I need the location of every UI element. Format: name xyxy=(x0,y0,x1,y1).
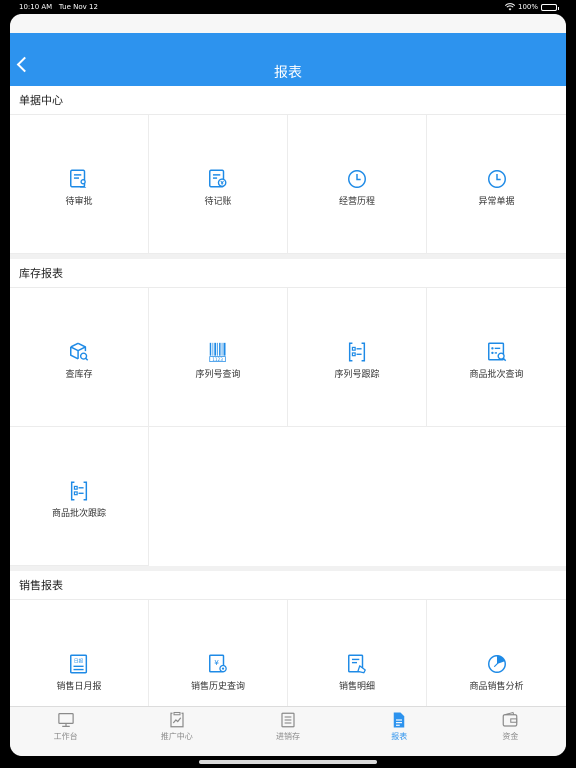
tab-label: 推广中心 xyxy=(160,732,193,741)
item-label: 销售日月报 xyxy=(56,681,102,692)
list-doc-icon xyxy=(348,342,366,361)
item-label: 销售明细 xyxy=(338,681,375,692)
daily-report-icon: 日报 xyxy=(70,654,88,673)
page-title: 报表 xyxy=(274,65,302,81)
empty-cell xyxy=(149,427,288,566)
item-label: 商品销售分析 xyxy=(469,681,524,692)
tab-reports[interactable]: 报表 xyxy=(344,707,455,756)
pending-accounting-item[interactable]: 待记账 xyxy=(149,115,288,254)
serial-query-item[interactable]: 1123 序列号查询 xyxy=(149,288,288,427)
item-label: 序列号查询 xyxy=(195,369,241,380)
battery-icon xyxy=(541,3,559,11)
item-label: 查库存 xyxy=(65,369,93,380)
ledger-doc-icon xyxy=(209,169,227,188)
status-time: 10:10 AM Tue Nov 12 xyxy=(19,3,98,11)
empty-cell xyxy=(288,427,427,566)
grid-documents: 待审批 待记账 经营历程 异常单据 xyxy=(10,115,566,254)
wifi-icon xyxy=(504,3,515,11)
tab-funds[interactable]: 资金 xyxy=(455,707,566,756)
clock-icon xyxy=(487,169,506,188)
svg-text:1123: 1123 xyxy=(212,356,223,361)
yen-doc-icon: ¥ xyxy=(209,654,227,673)
item-label: 销售历史查询 xyxy=(190,681,245,692)
clock-icon xyxy=(348,169,366,188)
item-label: 商品批次跟踪 xyxy=(51,508,106,519)
tab-label: 工作台 xyxy=(53,732,78,741)
approval-doc-icon xyxy=(70,169,87,188)
item-label: 经营历程 xyxy=(338,196,375,207)
report-list: 单据中心 待审批 待记账 经营历程 异常单据 库存报表 查库存 1123 序列号… xyxy=(10,86,566,739)
grid-inventory: 查库存 1123 序列号查询 序列号跟踪 商品批次查询 商品批次跟踪 xyxy=(10,288,566,566)
tab-workbench[interactable]: 工作台 xyxy=(10,707,121,756)
tab-label: 报表 xyxy=(391,732,408,741)
check-inventory-item[interactable]: 查库存 xyxy=(10,288,149,427)
section-title-inventory: 库存报表 xyxy=(10,259,566,288)
section-title-sales: 销售报表 xyxy=(10,571,566,600)
serial-tracking-item[interactable]: 序列号跟踪 xyxy=(288,288,427,427)
item-label: 序列号跟踪 xyxy=(334,369,380,380)
detail-doc-icon xyxy=(348,654,366,673)
barcode-icon: 1123 xyxy=(209,342,226,362)
wallet-icon xyxy=(503,711,518,727)
tab-bar: 工作台 推广中心 进销存 报表 资金 xyxy=(10,706,566,756)
nav-bar: 报表 xyxy=(10,33,566,86)
batch-query-item[interactable]: 商品批次查询 xyxy=(427,288,566,427)
pending-approval-item[interactable]: 待审批 xyxy=(10,115,149,254)
report-doc-icon xyxy=(393,712,405,728)
business-history-item[interactable]: 经营历程 xyxy=(288,115,427,254)
promotion-chart-icon xyxy=(170,711,184,728)
svg-text:¥: ¥ xyxy=(214,657,219,666)
item-label: 商品批次查询 xyxy=(469,369,524,380)
tab-label: 资金 xyxy=(502,732,519,741)
battery-percent: 100% xyxy=(517,3,538,11)
app-screen: 报表 单据中心 待审批 待记账 经营历程 异常单据 库存报表 查库存 1123 … xyxy=(10,14,566,756)
status-bar: 10:10 AM Tue Nov 12 100% xyxy=(0,0,576,14)
item-label: 异常单据 xyxy=(478,196,515,207)
box-search-icon xyxy=(70,342,89,361)
svg-text:日报: 日报 xyxy=(74,657,84,664)
tab-label: 进销存 xyxy=(276,732,300,741)
monitor-icon xyxy=(57,713,74,727)
list-doc-icon xyxy=(70,481,88,500)
pie-chart-icon xyxy=(487,654,506,673)
tab-inventory[interactable]: 进销存 xyxy=(232,707,343,756)
item-label: 待记账 xyxy=(204,196,232,207)
batch-tracking-item[interactable]: 商品批次跟踪 xyxy=(10,427,149,566)
empty-cell xyxy=(427,427,566,566)
status-right: 100% xyxy=(504,3,559,11)
abnormal-documents-item[interactable]: 异常单据 xyxy=(427,115,566,254)
tab-promotion-center[interactable]: 推广中心 xyxy=(121,707,232,756)
item-label: 待审批 xyxy=(65,196,93,207)
section-title-documents: 单据中心 xyxy=(10,86,566,115)
list-icon xyxy=(281,712,295,728)
home-indicator[interactable] xyxy=(199,760,377,764)
batch-search-icon xyxy=(487,342,506,361)
